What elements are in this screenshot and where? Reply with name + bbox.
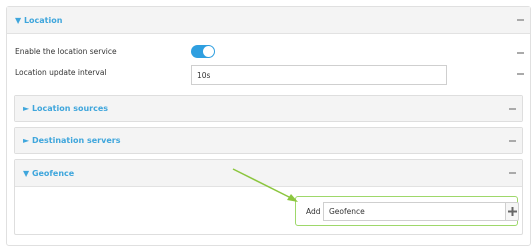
location-header[interactable]: ▼ Location <box>7 7 530 34</box>
enable-service-toggle[interactable] <box>191 45 215 58</box>
enable-service-label: Enable the location service <box>15 47 117 56</box>
row-menu-icon[interactable] <box>517 73 524 75</box>
location-sources-section: ► Location sources <box>14 95 523 122</box>
geofence-name-value: Geofence <box>329 207 365 216</box>
destination-servers-title: ► Destination servers <box>23 136 121 145</box>
geofence-name-input[interactable]: Geofence <box>323 202 506 221</box>
collapse-icon[interactable] <box>517 19 524 21</box>
interval-input[interactable]: 10s <box>191 65 447 85</box>
plus-icon <box>507 207 517 216</box>
location-sources-header[interactable]: ► Location sources <box>15 96 522 121</box>
location-sources-title: ► Location sources <box>23 104 109 113</box>
destination-servers-header[interactable]: ► Destination servers <box>15 128 522 153</box>
geofence-title: ▼ Geofence <box>23 168 75 178</box>
add-button[interactable] <box>505 202 519 221</box>
add-geofence-group: Add Geofence <box>295 196 519 226</box>
collapse-icon[interactable] <box>509 172 516 174</box>
collapse-icon[interactable] <box>509 107 516 110</box>
location-title: ▼ Location <box>15 15 63 25</box>
interval-value: 10s <box>197 70 211 80</box>
destination-servers-section: ► Destination servers <box>14 127 523 154</box>
interval-label: Location update interval <box>15 68 107 77</box>
collapse-icon[interactable] <box>509 139 516 142</box>
annotation-arrow <box>232 168 298 202</box>
row-menu-icon[interactable] <box>517 52 524 54</box>
toggle-knob <box>203 46 214 57</box>
location-panel: ▼ Location Enable the location service L… <box>6 6 531 246</box>
